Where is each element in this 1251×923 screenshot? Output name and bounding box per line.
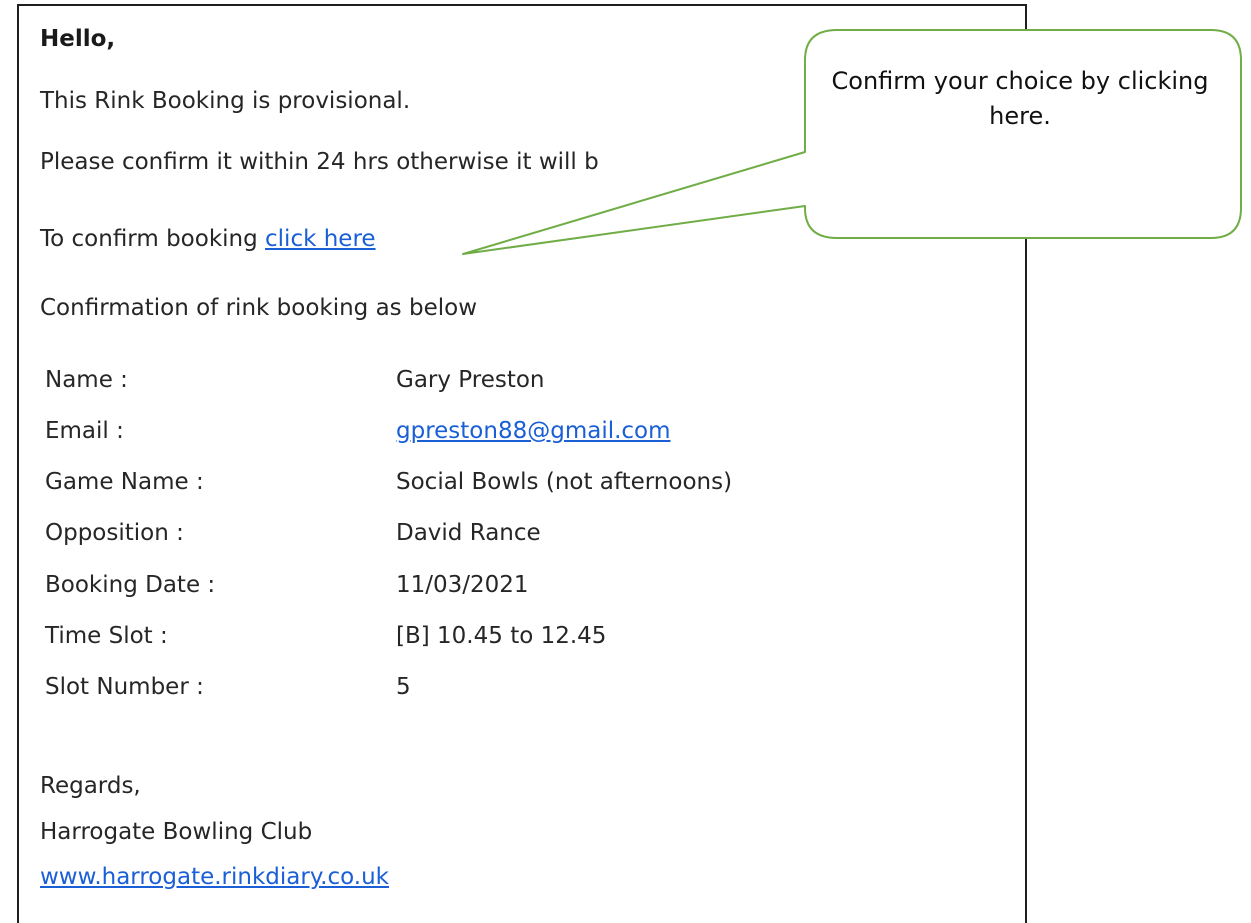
detail-value-booking-date: 11/03/2021	[396, 572, 529, 598]
signoff: Regards,	[40, 773, 141, 799]
detail-value-time-slot: [B] 10.45 to 12.45	[396, 623, 607, 649]
confirm-booking-line: To confirm booking click here	[40, 228, 376, 251]
detail-label-booking-date: Booking Date :	[45, 572, 216, 598]
detail-value-name: Gary Preston	[396, 367, 545, 393]
confirm-booking-link[interactable]: click here	[265, 226, 376, 252]
detail-label-email: Email :	[45, 418, 124, 444]
detail-value-slot-number: 5	[396, 674, 411, 700]
detail-label-slot-number: Slot Number :	[45, 674, 204, 700]
confirm-booking-prefix: To confirm booking	[40, 226, 266, 252]
provisional-notice: This Rink Booking is provisional.	[40, 88, 411, 114]
confirm-deadline-notice: Please confirm it within 24 hrs otherwis…	[40, 149, 599, 175]
page: Hello, This Rink Booking is provisional.…	[0, 0, 1251, 923]
email-body	[17, 4, 1027, 923]
greeting: Hello,	[40, 26, 116, 52]
club-name: Harrogate Bowling Club	[40, 819, 313, 845]
detail-value-email-link[interactable]: gpreston88@gmail.com	[396, 420, 671, 443]
detail-label-opposition: Opposition :	[45, 520, 184, 546]
callout-text: Confirm your choice by clicking here.	[831, 67, 1209, 130]
club-website-link[interactable]: www.harrogate.rinkdiary.co.uk	[40, 866, 389, 889]
detail-label-name: Name :	[45, 367, 128, 393]
detail-label-time-slot: Time Slot :	[45, 623, 168, 649]
detail-value-game-name: Social Bowls (not afternoons)	[396, 469, 733, 495]
confirmation-intro: Confirmation of rink booking as below	[40, 295, 477, 321]
detail-value-opposition: David Rance	[396, 520, 541, 546]
detail-label-game-name: Game Name :	[45, 469, 204, 495]
